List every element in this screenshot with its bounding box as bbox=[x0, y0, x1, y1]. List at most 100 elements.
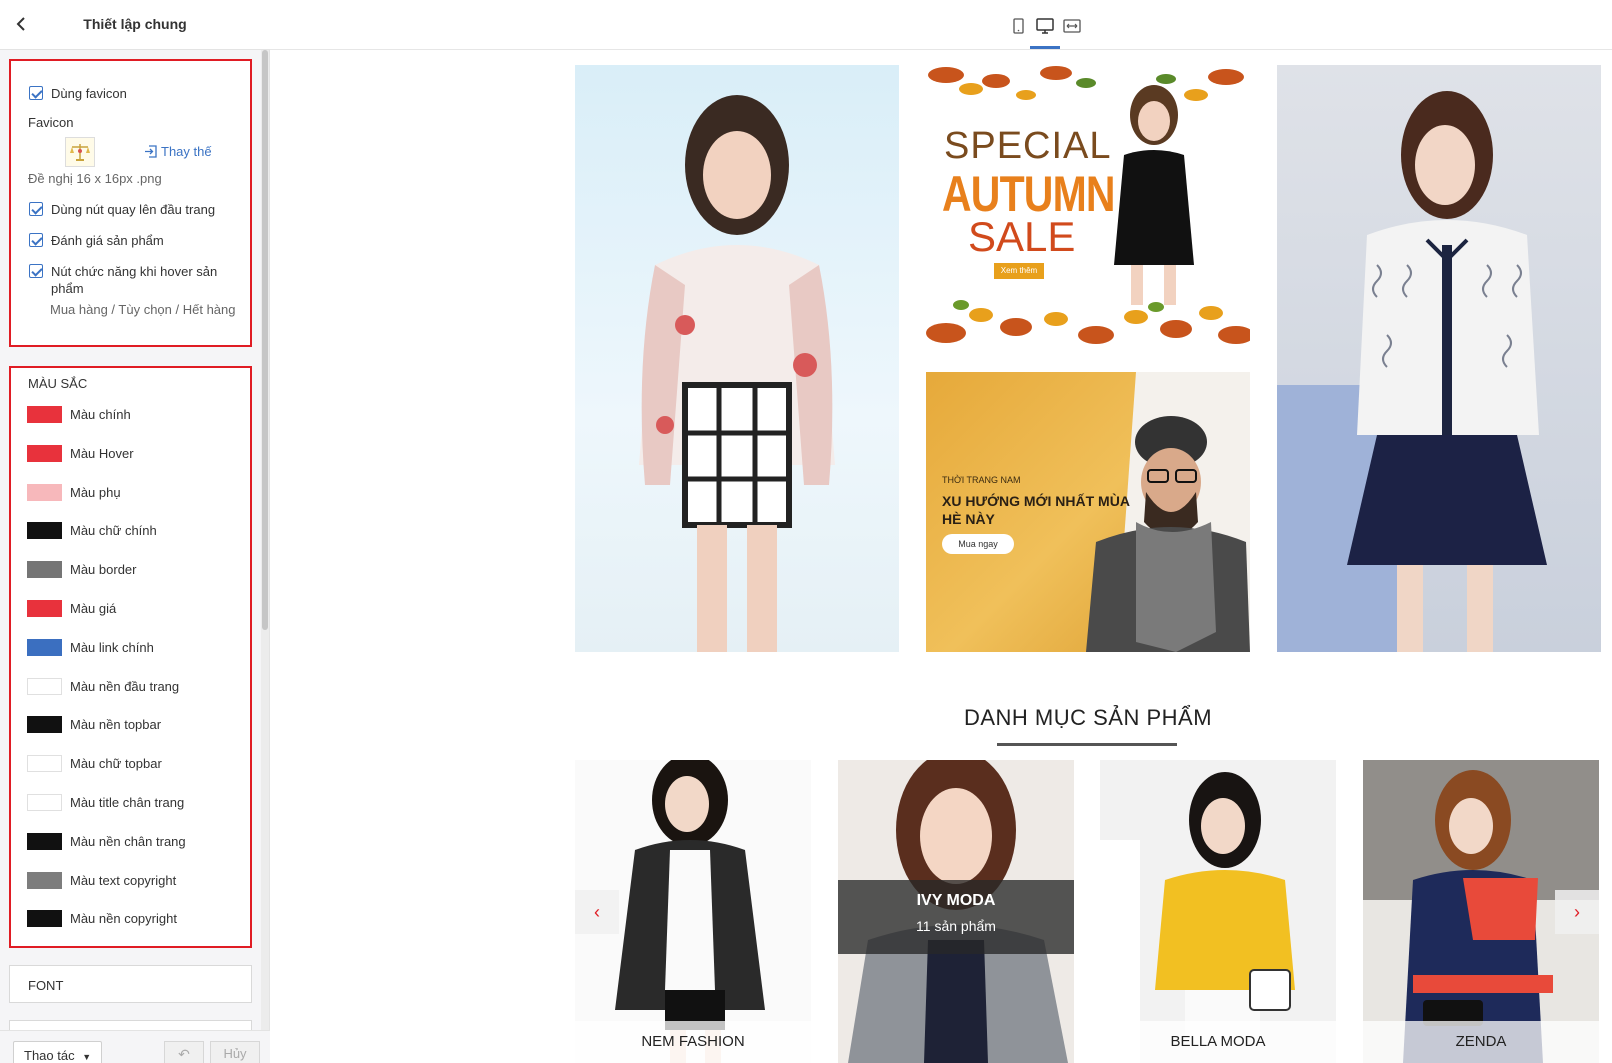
color-swatch[interactable] bbox=[27, 832, 62, 850]
men-banner-title: XU HƯỚNG MỚI NHẤT MÙA HÈ NÀY bbox=[942, 493, 1130, 527]
color-setting-row[interactable]: Màu Hover bbox=[27, 444, 134, 462]
settings-sidebar: Thiết lập chung Dùng favicon Favicon Tha… bbox=[0, 0, 270, 1063]
sidebar-footer: Thao tác ▼ ↶ Hủy bbox=[0, 1030, 270, 1063]
color-swatch[interactable] bbox=[27, 561, 62, 579]
hover-buttons-checkbox[interactable]: Nút chức năng khi hover sản phẩm bbox=[29, 263, 229, 297]
checkbox-checked-icon[interactable] bbox=[29, 264, 43, 278]
category-label: BELLA MODA bbox=[1100, 1021, 1336, 1063]
men-banner-subtitle: THỜI TRANG NAM bbox=[942, 475, 1021, 485]
color-label: Màu nền copyright bbox=[70, 911, 177, 927]
hover-buttons-hint: Mua hàng / Tùy chọn / Hết hàng bbox=[50, 302, 236, 317]
color-label: Màu chữ chính bbox=[70, 523, 157, 539]
color-setting-row[interactable]: Màu nền topbar bbox=[27, 716, 162, 734]
color-swatch[interactable] bbox=[27, 910, 62, 928]
banner-woman-fashion[interactable] bbox=[575, 65, 899, 652]
desktop-view-icon[interactable] bbox=[1035, 16, 1055, 36]
color-setting-row[interactable]: Màu chữ topbar bbox=[27, 755, 162, 773]
product-rating-checkbox[interactable]: Đánh giá sản phẩm bbox=[29, 232, 164, 249]
color-setting-row[interactable]: Màu nền chân trang bbox=[27, 832, 186, 850]
back-to-top-label: Dùng nút quay lên đầu trang bbox=[51, 202, 216, 217]
color-label: Màu giá bbox=[70, 601, 117, 616]
action-dropdown[interactable]: Thao tác ▼ bbox=[13, 1041, 103, 1063]
color-setting-row[interactable]: Màu chữ chính bbox=[27, 522, 157, 540]
color-swatch[interactable] bbox=[27, 871, 62, 889]
app-window: Thiết lập chung Dùng favicon Favicon Tha… bbox=[0, 0, 1612, 1063]
undo-button[interactable]: ↶ bbox=[164, 1041, 204, 1063]
men-shop-now-button[interactable]: Mua ngay bbox=[942, 534, 1014, 554]
caret-down-icon: ▼ bbox=[82, 1052, 92, 1062]
colors-section-title: MÀU SẮC bbox=[28, 376, 88, 391]
use-favicon-checkbox[interactable]: Dùng favicon bbox=[29, 85, 127, 102]
color-swatch[interactable] bbox=[27, 522, 62, 540]
color-swatch[interactable] bbox=[27, 677, 62, 695]
color-swatch[interactable] bbox=[27, 483, 62, 501]
banner-woman-blouse[interactable] bbox=[1277, 65, 1601, 652]
font-section[interactable]: FONT bbox=[9, 965, 252, 1003]
color-label: Màu nền chân trang bbox=[70, 833, 186, 849]
color-setting-row[interactable]: Màu nền copyright bbox=[27, 910, 177, 928]
color-label: Màu link chính bbox=[70, 639, 154, 655]
category-card[interactable]: IVY MODA 11 sản phẩm bbox=[838, 760, 1074, 1063]
color-setting-row[interactable]: Màu giá bbox=[27, 600, 116, 617]
general-settings-panel: Dùng favicon Favicon Thay thế Đề nghị 16… bbox=[9, 59, 252, 347]
autumn-view-more-button[interactable]: Xem thêm bbox=[994, 263, 1044, 279]
autumn-line1: SPECIAL bbox=[944, 125, 1112, 167]
banner-men-fashion[interactable]: THỜI TRANG NAM XU HƯỚNG MỚI NHẤT MÙA HÈ … bbox=[926, 372, 1250, 652]
color-setting-row[interactable]: Màu link chính bbox=[27, 638, 154, 656]
color-label: Màu text copyright bbox=[70, 872, 177, 888]
color-label: Màu Hover bbox=[70, 445, 134, 461]
fullwidth-view-icon[interactable] bbox=[1062, 16, 1082, 36]
banner-autumn-sale[interactable]: SPECIAL AUTUMN SALE Xem thêm bbox=[926, 65, 1250, 345]
color-setting-row[interactable]: Màu text copyright bbox=[27, 871, 177, 889]
scrollbar-thumb[interactable] bbox=[262, 50, 268, 630]
sidebar-title: Thiết lập chung bbox=[83, 16, 187, 32]
color-swatch[interactable] bbox=[27, 638, 62, 656]
color-label: Màu nền đầu trang bbox=[70, 678, 180, 694]
color-label: Màu nền topbar bbox=[70, 717, 162, 733]
preview-toolbar bbox=[270, 0, 1612, 50]
back-to-top-checkbox[interactable]: Dùng nút quay lên đầu trang bbox=[29, 201, 215, 218]
color-setting-row[interactable]: Màu phụ bbox=[27, 483, 121, 501]
model-blouse-image bbox=[1277, 91, 1547, 652]
category-heading-underline bbox=[997, 743, 1177, 746]
mobile-view-icon[interactable] bbox=[1008, 16, 1028, 36]
category-product-count: 11 sản phẩm bbox=[916, 918, 996, 934]
carousel-prev-arrow[interactable]: ‹ bbox=[575, 890, 619, 934]
color-setting-row[interactable]: Màu title chân trang bbox=[27, 794, 184, 811]
color-swatch[interactable] bbox=[27, 716, 62, 734]
replace-favicon-link[interactable]: Thay thế bbox=[144, 144, 212, 159]
category-photo-image bbox=[1100, 772, 1295, 1063]
category-card[interactable]: BELLA MODA bbox=[1100, 760, 1336, 1063]
cancel-button[interactable]: Hủy bbox=[210, 1041, 260, 1063]
color-swatch[interactable] bbox=[27, 755, 62, 773]
color-swatch[interactable] bbox=[27, 444, 62, 462]
color-setting-row[interactable]: Màu chính bbox=[27, 406, 131, 423]
replace-icon bbox=[145, 145, 157, 158]
sidebar-scrollbar[interactable] bbox=[261, 50, 269, 1030]
sidebar-header: Thiết lập chung bbox=[0, 0, 270, 50]
use-favicon-label: Dùng favicon bbox=[51, 86, 127, 101]
hover-buttons-label: Nút chức năng khi hover sản phẩm bbox=[51, 264, 218, 296]
category-overlay-name: IVY MODA bbox=[916, 892, 996, 909]
color-swatch[interactable] bbox=[27, 406, 62, 423]
colors-panel: MÀU SẮC Màu chính Màu Hover Màu phụ Màu chữ… bbox=[9, 366, 252, 948]
replace-link-label: Thay thế bbox=[161, 144, 212, 159]
autumn-line3: SALE bbox=[968, 213, 1076, 260]
next-section[interactable] bbox=[9, 1020, 252, 1030]
checkbox-checked-icon[interactable] bbox=[29, 202, 43, 216]
scales-icon bbox=[70, 144, 90, 161]
favicon-hint: Đề nghị 16 x 16px .png bbox=[28, 171, 162, 186]
color-setting-row[interactable]: Màu border bbox=[27, 561, 136, 579]
checkbox-checked-icon[interactable] bbox=[29, 233, 43, 247]
active-view-indicator bbox=[1030, 46, 1060, 49]
color-swatch[interactable] bbox=[27, 794, 62, 811]
color-label: Màu chính bbox=[70, 407, 131, 422]
category-hover-overlay: IVY MODA 11 sản phẩm bbox=[838, 880, 1074, 954]
checkbox-checked-icon[interactable] bbox=[29, 86, 43, 100]
category-heading: DANH MỤC SẢN PHẨM bbox=[963, 705, 1213, 730]
color-swatch[interactable] bbox=[27, 600, 62, 617]
category-label: ZENDA bbox=[1363, 1021, 1599, 1063]
carousel-next-arrow[interactable]: › bbox=[1555, 890, 1599, 934]
color-setting-row[interactable]: Màu nền đầu trang bbox=[27, 677, 180, 695]
action-label: Thao tác bbox=[24, 1048, 75, 1063]
